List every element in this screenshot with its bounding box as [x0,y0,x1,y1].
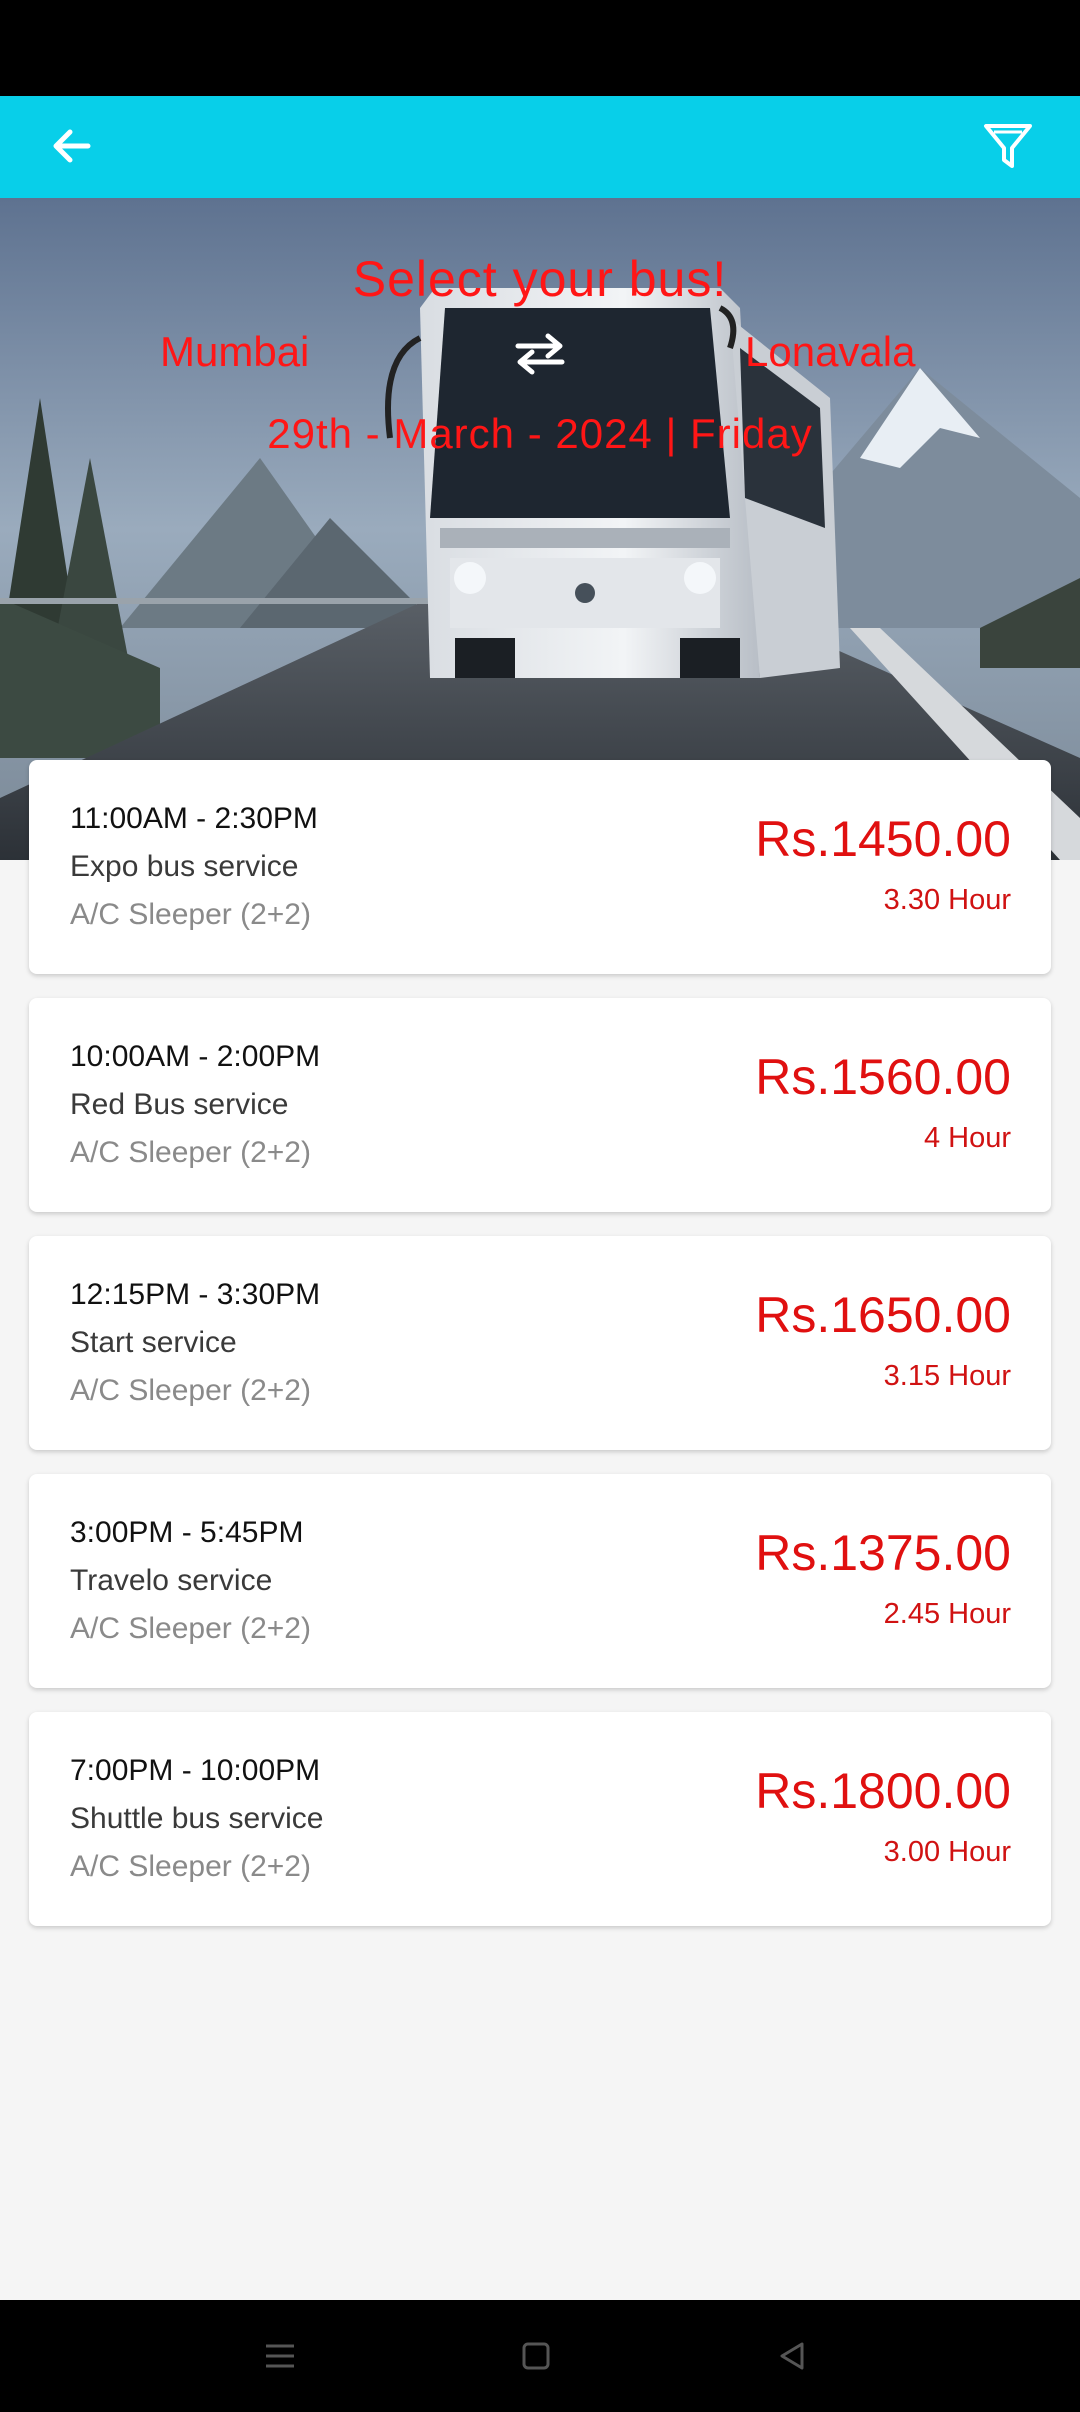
bus-operator-name: Start service [70,1326,237,1359]
bus-duration: 2.45 Hour [883,1598,1011,1630]
bus-time: 3:00PM - 5:45PM [70,1516,304,1549]
bus-card[interactable]: 10:00AM - 2:00PM Red Bus service A/C Sle… [29,998,1051,1212]
bus-price: Rs.1450.00 [755,811,1011,867]
bus-time: 12:15PM - 3:30PM [70,1278,321,1311]
bus-type: A/C Sleeper (2+2) [70,1374,311,1407]
bus-type: A/C Sleeper (2+2) [70,898,311,931]
bus-operator-name: Red Bus service [70,1088,289,1121]
system-navigation-bar [0,2300,1080,2412]
home-square-icon [522,2342,550,2370]
bus-type: A/C Sleeper (2+2) [70,1136,311,1169]
destination-city[interactable]: Lonavala [745,328,915,376]
bus-operator-name: Travelo service [70,1564,273,1597]
bus-card[interactable]: 3:00PM - 5:45PM Travelo service A/C Slee… [29,1474,1051,1688]
travel-date[interactable]: 29th - March - 2024 | Friday [0,410,1080,458]
bus-duration: 3.00 Hour [883,1836,1011,1868]
back-triangle-icon [780,2342,804,2370]
bus-time: 7:00PM - 10:00PM [70,1754,321,1787]
status-bar [0,0,1080,96]
bus-price: Rs.1650.00 [755,1287,1011,1343]
bus-duration: 3.30 Hour [883,884,1011,916]
bus-card[interactable]: 7:00PM - 10:00PM Shuttle bus service A/C… [29,1712,1051,1926]
filter-button[interactable] [976,114,1040,178]
filter-icon [984,124,1032,168]
nav-back-button[interactable] [764,2328,820,2384]
bus-duration: 4 Hour [923,1122,1011,1154]
bus-type: A/C Sleeper (2+2) [70,1612,311,1645]
swap-cities-button[interactable] [512,332,568,376]
bus-type: A/C Sleeper (2+2) [70,1850,311,1883]
back-button[interactable] [40,114,104,178]
bus-time: 11:00AM - 2:30PM [70,802,318,835]
arrow-left-icon [53,129,91,163]
bus-time: 10:00AM - 2:00PM [70,1040,321,1073]
origin-city[interactable]: Mumbai [160,328,309,376]
bus-card[interactable]: 12:15PM - 3:30PM Start service A/C Sleep… [29,1236,1051,1450]
bus-card[interactable]: 11:00AM - 2:30PM Expo bus service A/C Sl… [29,760,1051,974]
menu-icon [266,2344,294,2368]
nav-menu-button[interactable] [252,2328,308,2384]
bus-operator-name: Expo bus service [70,850,299,883]
bus-operator-name: Shuttle bus service [70,1802,324,1835]
bus-duration: 3.15 Hour [883,1360,1011,1392]
bus-price: Rs.1560.00 [755,1049,1011,1105]
nav-home-button[interactable] [508,2328,564,2384]
swap-arrows-icon [515,333,565,375]
app-bar [0,96,1080,198]
bus-price: Rs.1375.00 [755,1525,1011,1581]
page-title: Select your bus! [352,251,728,307]
bus-list: 11:00AM - 2:30PM Expo bus service A/C Sl… [29,760,1051,1950]
bus-price: Rs.1800.00 [755,1763,1011,1819]
